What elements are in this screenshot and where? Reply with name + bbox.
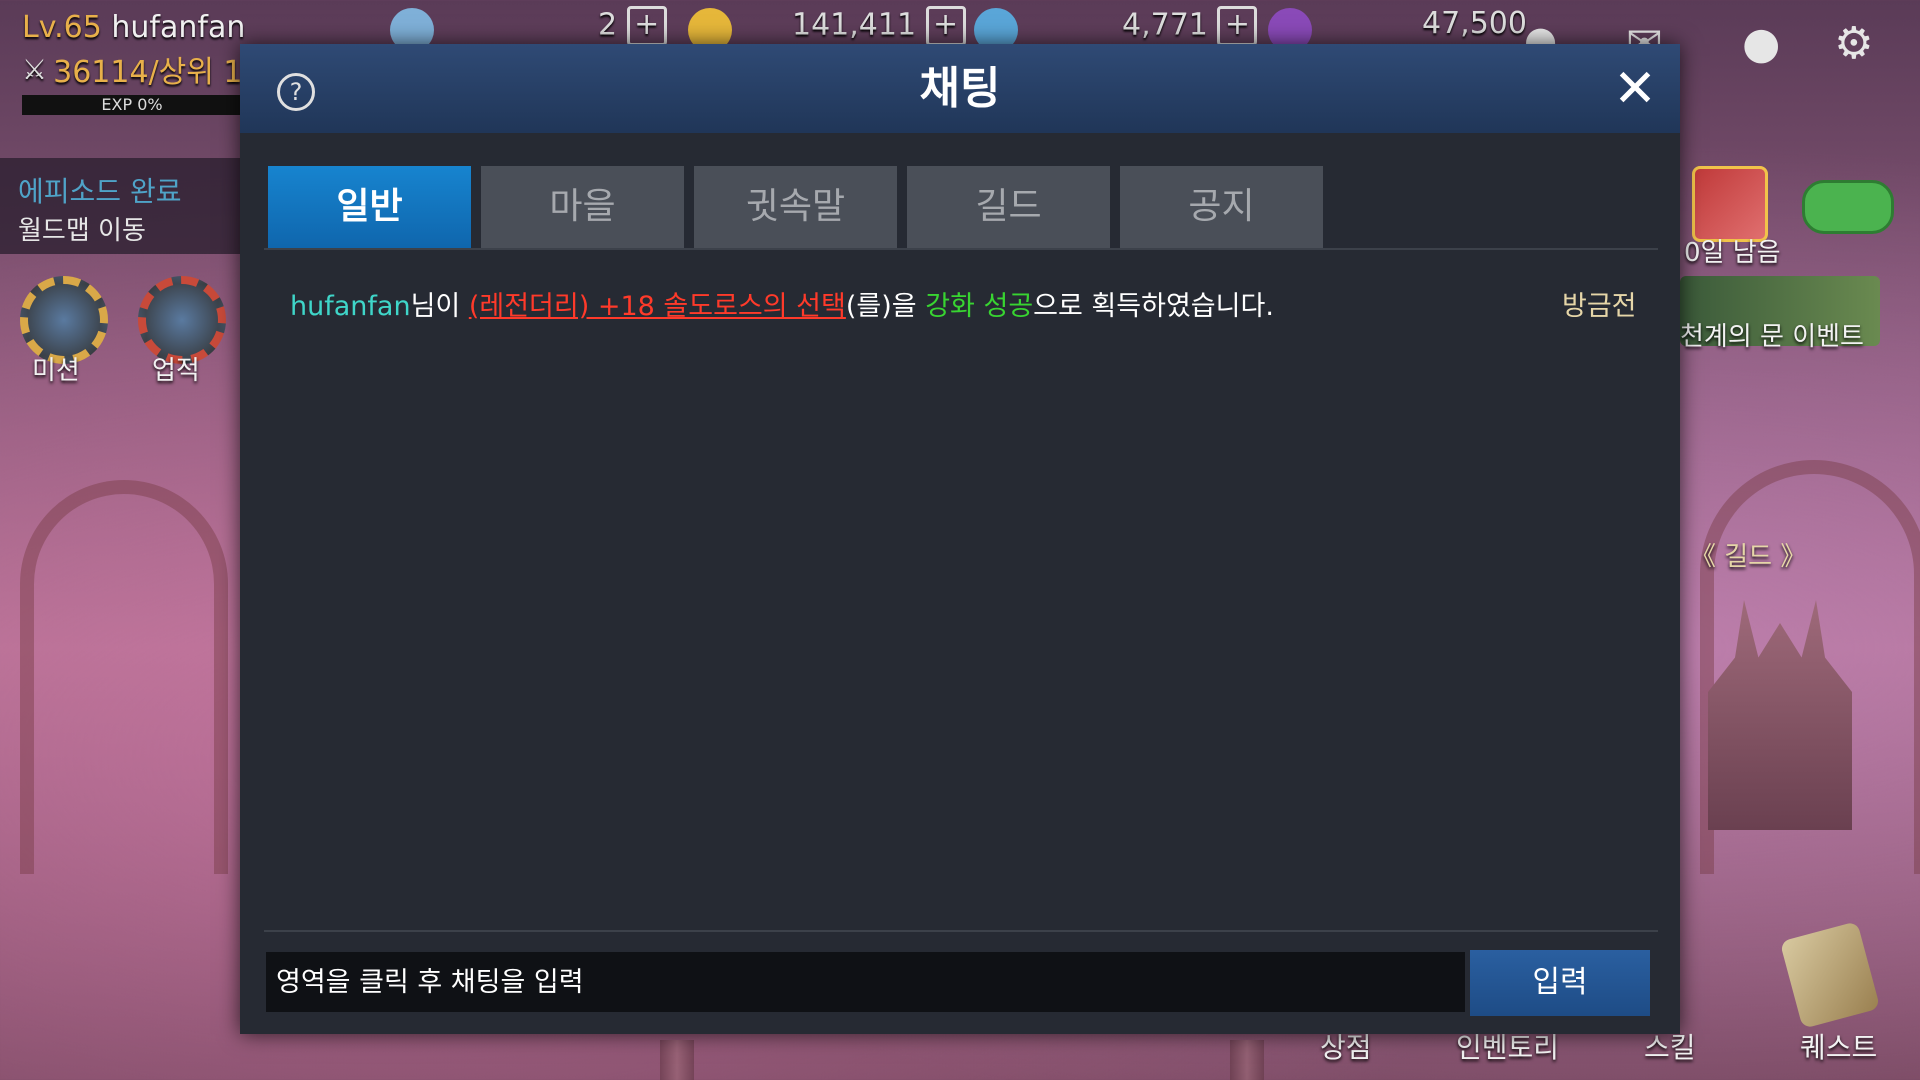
player-info: Lv.65 hufanfan ⚔ 36114/상위 1 EXP 0% [22,10,245,115]
currency-3: 4,771 + [1122,6,1258,46]
currency-4: 47,500 [1422,6,1527,41]
plus-icon[interactable]: + [925,6,966,46]
level-text: Lv.65 [22,10,102,45]
gift-icon[interactable] [1692,166,1768,242]
player-rank: ⚔ 36114/상위 1 [22,47,245,91]
chat-header: 채팅 ? ✕ [240,44,1680,133]
help-icon[interactable]: ? [277,73,315,111]
achievement-label[interactable]: 업적 [152,350,200,387]
tab-general[interactable]: 일반 [268,166,471,248]
close-icon[interactable]: ✕ [1610,63,1660,115]
rank-text: 36114/상위 1 [53,55,243,90]
tab-village[interactable]: 마을 [481,166,684,248]
message-text-3: 으로 획득하였습니다. [1033,291,1274,322]
tab-whisper[interactable]: 귓속말 [694,166,897,248]
message-enhance-success: 강화 성공 [925,291,1034,322]
message-text-1: 님이 [410,291,469,322]
crossed-swords-icon: ⚔ [22,52,48,86]
bg-pillar [660,1040,694,1080]
gear-icon[interactable]: ⚙ [1834,18,1873,69]
currency-2-value: 141,411 [792,7,917,43]
currency-2: 141,411 + [792,6,966,46]
exp-bar: EXP 0% [22,95,242,115]
tab-notice[interactable]: 공지 [1120,166,1323,248]
bg-pillar [1230,1040,1264,1080]
tab-divider [264,248,1658,250]
guild-label[interactable]: 《 길드 》 [1690,536,1806,573]
quest-scroll-icon[interactable] [1779,921,1881,1029]
plus-icon[interactable]: + [1217,6,1258,46]
message-username[interactable]: hufanfan [290,291,411,322]
chat-input[interactable] [266,952,1465,1012]
currency-1: 2 + [598,6,667,46]
player-name: hufanfan [111,10,246,45]
send-button[interactable]: 입력 [1470,950,1650,1016]
plus-icon[interactable]: + [626,6,667,46]
bg-arch [20,480,228,874]
currency-1-value: 2 [598,7,618,43]
worldmap-move-text[interactable]: 월드맵 이동 [18,210,146,247]
episode-complete-text[interactable]: 에피소드 완료 [18,170,181,210]
event-label[interactable]: 천계의 문 이벤트 [1680,316,1864,353]
player-level: Lv.65 hufanfan [22,10,245,45]
currency-3-value: 4,771 [1122,7,1208,43]
chat-modal: 채팅 ? ✕ 일반 마을 귓속말 길드 공지 hufanfan님이 (레전더리)… [240,44,1680,1034]
chat-tabs: 일반 마을 귓속말 길드 공지 [268,166,1323,248]
message-item-link[interactable]: (레전더리) +18 솔도로스의 선택 [469,291,846,322]
mission-label[interactable]: 미션 [32,350,80,387]
input-divider [264,930,1658,932]
gamepad-icon[interactable] [1802,180,1894,234]
message-text-2: (를)을 [845,291,926,322]
currency-4-value: 47,500 [1422,6,1527,41]
message-timestamp: 방금전 [1562,291,1637,322]
tab-guild[interactable]: 길드 [907,166,1110,248]
chat-message: hufanfan님이 (레전더리) +18 솔도로스의 선택(를)을 강화 성공… [290,284,1650,323]
chat-title: 채팅 [919,63,1001,114]
quest-label[interactable]: 퀘스트 [1800,1026,1877,1066]
days-left-label: 0일 남음 [1684,238,1781,268]
chat-bubble-icon[interactable]: ● [1742,18,1780,69]
